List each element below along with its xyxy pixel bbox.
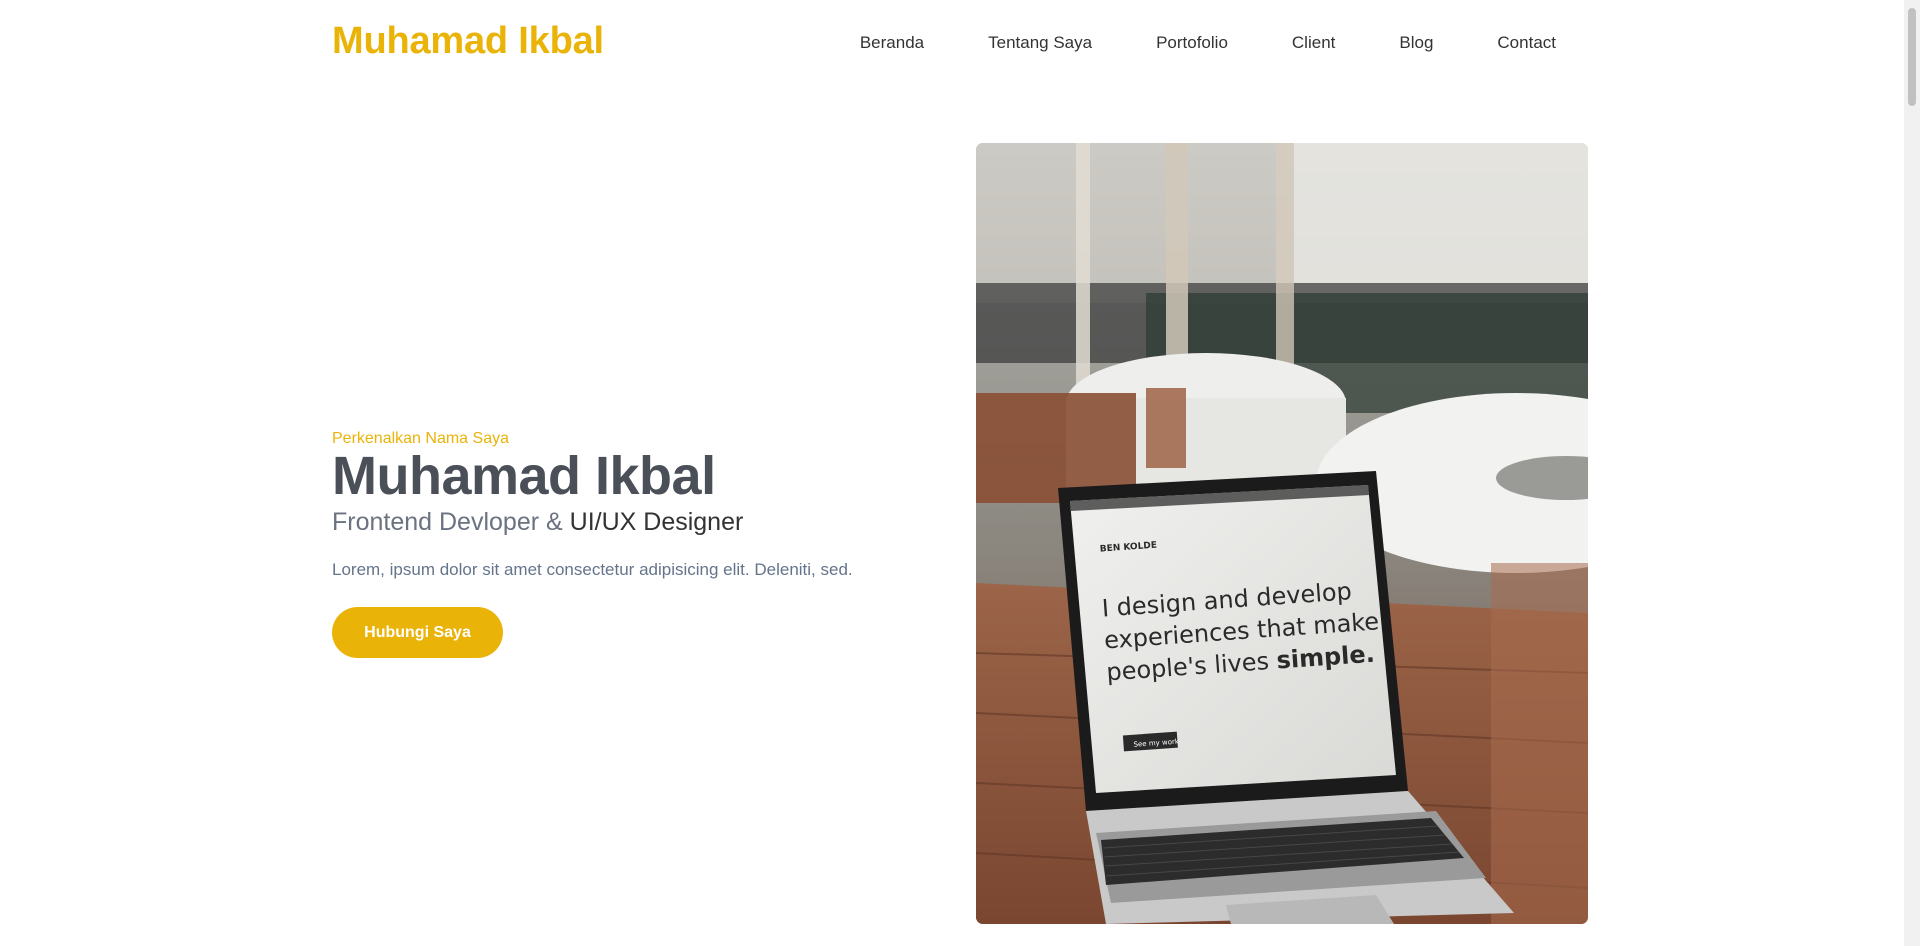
hero-section: Perkenalkan Nama Saya Muhamad Ikbal Fron…: [332, 430, 932, 658]
hero-role: Frontend Devloper & UI/UX Designer: [332, 508, 932, 536]
hero-role-prefix: Frontend Devloper &: [332, 508, 563, 536]
nav-item-contact[interactable]: Contact: [1497, 33, 1556, 53]
nav-item-tentang-saya[interactable]: Tentang Saya: [988, 33, 1092, 53]
page: Muhamad Ikbal Beranda Tentang Saya Porto…: [0, 0, 1904, 946]
scrollbar-thumb[interactable]: [1908, 8, 1916, 106]
page-scrollbar[interactable]: [1904, 0, 1920, 946]
nav-item-blog[interactable]: Blog: [1399, 33, 1433, 53]
nav-item-beranda[interactable]: Beranda: [860, 33, 924, 53]
main-nav: Beranda Tentang Saya Portofolio Client B…: [860, 33, 1556, 53]
hero-photo: BEN KOLDE I design and develop experienc…: [976, 143, 1588, 924]
hero-role-strong: UI/UX Designer: [569, 508, 744, 536]
hero-description: Lorem, ipsum dolor sit amet consectetur …: [332, 560, 853, 579]
contact-button[interactable]: Hubungi Saya: [332, 607, 503, 658]
hero-title: Muhamad Ikbal: [332, 446, 716, 506]
nav-item-portofolio[interactable]: Portofolio: [1156, 33, 1228, 53]
nav-item-client[interactable]: Client: [1292, 33, 1335, 53]
brand-logo[interactable]: Muhamad Ikbal: [332, 20, 604, 63]
